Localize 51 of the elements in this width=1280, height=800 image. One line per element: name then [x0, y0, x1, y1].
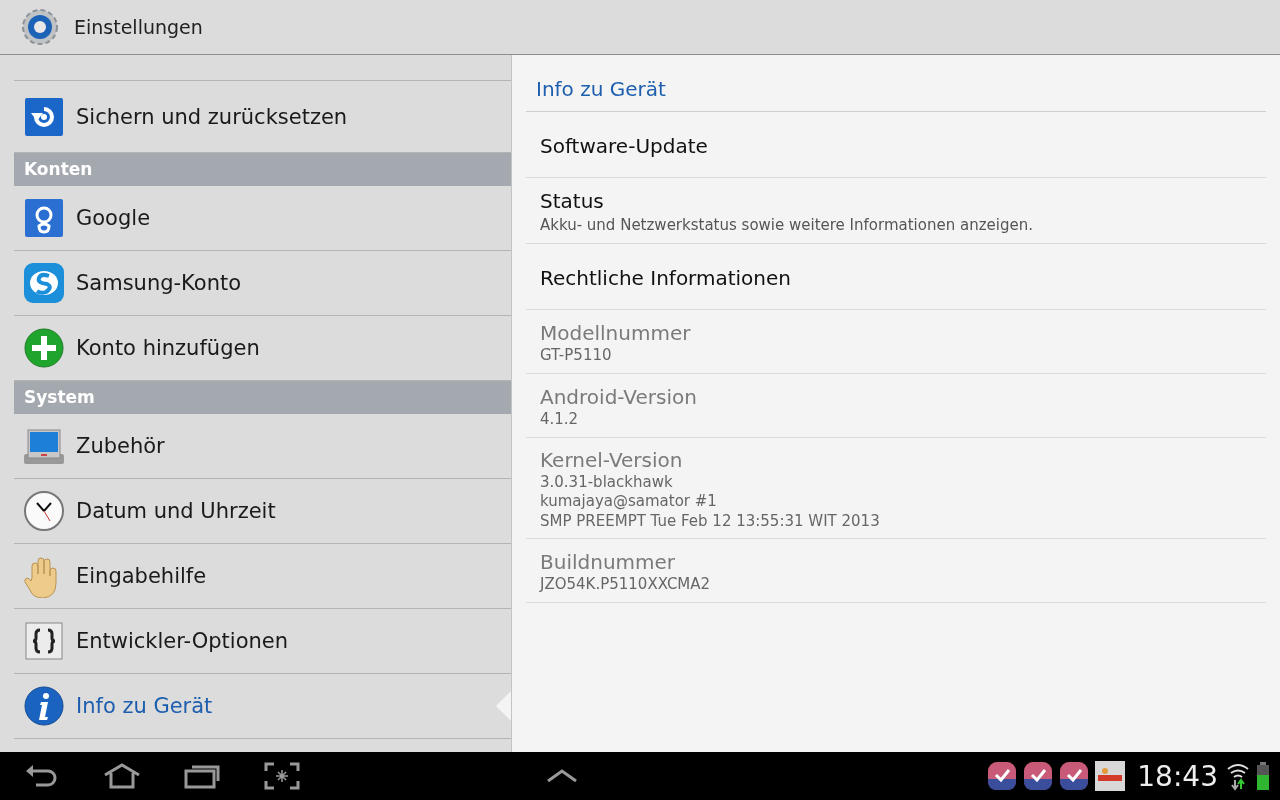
- gear-icon: [20, 7, 60, 47]
- screenshot-icon[interactable]: [262, 761, 302, 791]
- item-label: Datum und Uhrzeit: [76, 499, 276, 523]
- settings-item[interactable]: Google: [14, 186, 511, 251]
- section-header: Konten: [14, 152, 511, 186]
- home-icon[interactable]: [102, 761, 142, 791]
- section-header: System: [14, 380, 511, 414]
- wifi-icon: [1226, 761, 1250, 791]
- settings-entry[interactable]: Software-Update: [526, 112, 1266, 178]
- settings-item[interactable]: Zubehör: [14, 414, 511, 479]
- item-label: Info zu Gerät: [76, 694, 213, 718]
- battery-icon: [1256, 761, 1270, 791]
- entry-summary: Akku- und Netzwerkstatus sowie weitere Informationen anzeigen.: [540, 216, 1034, 234]
- plus-icon: [22, 326, 66, 370]
- app-notification-icon[interactable]: [1023, 761, 1054, 791]
- settings-item[interactable]: Datum und Uhrzeit: [14, 479, 511, 544]
- item-label: Entwickler-Optionen: [76, 629, 289, 653]
- app-notification-icon[interactable]: [1095, 761, 1126, 791]
- entry-title: Software-Update: [540, 133, 709, 158]
- entry-value: GT-P5110: [540, 346, 613, 365]
- entry-value: JZO54K.P5110XXCMA2: [540, 575, 712, 593]
- settings-entry[interactable]: Rechtliche Informationen: [526, 244, 1266, 310]
- entry-title: Rechtliche Informationen: [540, 265, 792, 290]
- app-notification-icon[interactable]: [987, 761, 1018, 791]
- clock-time: 18:43: [1137, 759, 1218, 793]
- braces-icon: [22, 619, 66, 663]
- entry-value: 4.1.2: [540, 410, 580, 429]
- entry-title: Android-Version: [540, 384, 698, 409]
- entry-title: Buildnummer: [540, 549, 677, 574]
- item-label: Eingabehilfe: [76, 564, 207, 588]
- settings-item[interactable]: Info zu Gerät: [14, 674, 511, 739]
- item-label: Samsung-Konto: [76, 271, 242, 295]
- entry-value: 3.0.31-blackhawk: [540, 474, 674, 492]
- settings-item[interactable]: Samsung-Konto: [14, 251, 511, 316]
- item-label: Google: [76, 206, 151, 230]
- entry-title: Modellnummer: [540, 320, 692, 345]
- app-notification-icon[interactable]: [1059, 761, 1090, 791]
- entry-value: kumajaya@samator #1: [540, 493, 718, 511]
- item-label: Sichern und zurücksetzen: [76, 104, 348, 129]
- settings-item[interactable]: Eingabehilfe: [14, 544, 511, 609]
- info-icon: [22, 684, 66, 728]
- window-title: Einstellungen: [74, 16, 203, 38]
- section-title: Info zu Gerät: [526, 77, 1266, 112]
- settings-item[interactable]: Entwickler-Optionen: [14, 609, 511, 674]
- settings-entry[interactable]: Status Akku- und Netzwerkstatus sowie weitere Informationen anzeigen.: [526, 178, 1266, 244]
- item-label: Zubehör: [76, 434, 165, 458]
- item-label: Konto hinzufügen: [76, 336, 260, 360]
- entry-title: Kernel-Version: [540, 448, 684, 472]
- entry-title: Status: [540, 189, 605, 213]
- clock-icon: [22, 489, 66, 533]
- entry-value: SMP PREEMPT Tue Feb 12 13:55:31 WIT 2013: [540, 512, 881, 530]
